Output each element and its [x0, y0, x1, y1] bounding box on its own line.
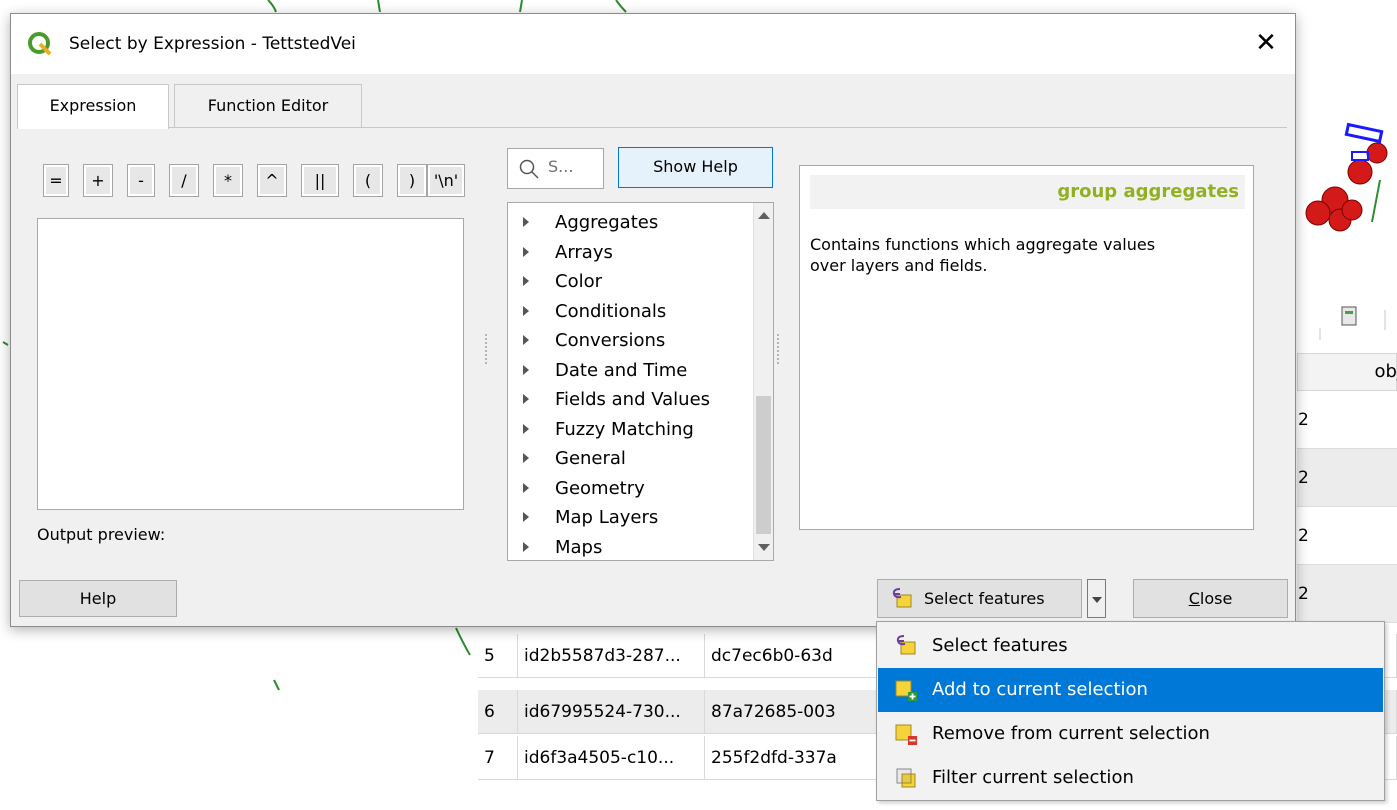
menu-item-filter-current-selection[interactable]: Filter current selection [878, 756, 1383, 800]
select-by-expression-dialog: Select by Expression - TettstedVei ✕ Exp… [10, 13, 1296, 627]
function-group-conditionals[interactable]: Conditionals [508, 297, 746, 327]
function-list-scrollbar[interactable] [753, 203, 773, 560]
select-mode-dropdown-button[interactable] [1087, 579, 1106, 618]
help-button[interactable]: Help [19, 580, 177, 617]
close-icon[interactable]: ✕ [1251, 28, 1281, 58]
select-features-label: Select features [924, 589, 1045, 608]
tab-function-editor[interactable]: Function Editor [174, 84, 362, 127]
table-cell: 2 [1297, 507, 1397, 565]
row-number: 7 [478, 736, 518, 780]
scrollbar-thumb[interactable] [756, 396, 771, 534]
tab-expression[interactable]: Expression [17, 84, 169, 129]
table-cell: 2 [1297, 449, 1397, 507]
function-group-date-and-time[interactable]: Date and Time [508, 356, 746, 386]
output-preview-label: Output preview: [37, 525, 166, 544]
select-features-icon [892, 588, 912, 608]
expression-editor[interactable] [37, 218, 464, 510]
table-cell: 2 [1297, 565, 1397, 623]
function-group-arrays[interactable]: Arrays [508, 238, 746, 268]
expand-arrow-icon[interactable] [523, 335, 529, 345]
expand-arrow-icon[interactable] [523, 423, 529, 434]
splitter-handle[interactable] [485, 334, 489, 364]
operator-open-paren-button[interactable]: ( [353, 164, 383, 197]
expand-arrow-icon[interactable] [523, 364, 529, 375]
expand-arrow-icon[interactable] [523, 453, 529, 463]
table-cell-id: id2b5587d3-287... [518, 634, 705, 678]
operator-newline-button[interactable]: '\n' [427, 164, 465, 197]
menu-item-remove-from-current-selection[interactable]: Remove from current selection [878, 712, 1383, 756]
function-group-general[interactable]: General [508, 444, 746, 474]
select-features-icon [896, 635, 916, 655]
filter-selection-icon [896, 768, 916, 788]
function-group-geometry[interactable]: Geometry [508, 474, 746, 504]
operator-concat-button[interactable]: || [301, 164, 339, 197]
operator-minus-button[interactable]: - [127, 164, 155, 197]
select-features-button[interactable]: Select features [877, 579, 1082, 618]
function-search-input[interactable]: S... [507, 148, 604, 189]
table-cell: 2 [1297, 391, 1397, 449]
expand-arrow-icon[interactable] [523, 276, 529, 286]
qgis-logo-icon [28, 32, 52, 56]
row-number: 6 [478, 690, 518, 734]
show-help-button[interactable]: Show Help [618, 147, 773, 188]
expand-arrow-icon[interactable] [523, 541, 529, 552]
function-list[interactable]: Aggregates Arrays Color Conditionals Con… [507, 202, 774, 561]
function-group-fields-and-values[interactable]: Fields and Values [508, 385, 746, 415]
scroll-down-icon[interactable] [758, 544, 770, 551]
function-group-fuzzy-matching[interactable]: Fuzzy Matching [508, 415, 746, 445]
scroll-up-icon[interactable] [758, 212, 770, 219]
row-number: 5 [478, 634, 518, 678]
expand-arrow-icon[interactable] [523, 246, 529, 257]
function-group-color[interactable]: Color [508, 267, 746, 297]
select-mode-menu: Select features Add to current selection… [876, 621, 1385, 801]
dialog-title: Select by Expression - TettstedVei [69, 34, 356, 54]
table-cell-id: id67995524-730... [518, 690, 705, 734]
expand-arrow-icon[interactable] [523, 217, 529, 227]
operator-divide-button[interactable]: / [169, 164, 199, 197]
remove-from-selection-icon [895, 724, 917, 745]
expand-arrow-icon[interactable] [523, 394, 529, 404]
menu-item-select-features[interactable]: Select features [878, 624, 1383, 668]
expand-arrow-icon[interactable] [523, 305, 529, 316]
add-to-selection-icon [895, 680, 917, 701]
title-bar[interactable]: Select by Expression - TettstedVei ✕ [11, 14, 1295, 74]
help-panel: group aggregates Contains functions whic… [799, 165, 1254, 530]
search-icon [519, 159, 539, 179]
expand-arrow-icon[interactable] [523, 512, 529, 522]
help-text: Contains functions which aggregate value… [810, 235, 1156, 275]
operator-close-paren-button[interactable]: ) [397, 164, 427, 197]
operator-equals-button[interactable]: = [43, 164, 69, 197]
function-group-maps[interactable]: Maps [508, 533, 746, 561]
operator-power-button[interactable]: ^ [257, 164, 287, 197]
help-heading: group aggregates [810, 175, 1245, 209]
column-header-obj[interactable]: obj [1297, 353, 1397, 391]
operator-multiply-button[interactable]: * [213, 164, 243, 197]
function-group-conversions[interactable]: Conversions [508, 326, 746, 356]
table-cell-id: id6f3a4505-c10... [518, 736, 705, 780]
close-button[interactable]: Close [1133, 579, 1288, 618]
menu-item-add-to-current-selection[interactable]: Add to current selection [878, 668, 1383, 712]
expand-arrow-icon[interactable] [523, 482, 529, 493]
function-group-aggregates[interactable]: Aggregates [508, 208, 746, 238]
operator-plus-button[interactable]: + [83, 164, 113, 197]
function-group-map-layers[interactable]: Map Layers [508, 503, 746, 533]
search-placeholder: S... [548, 157, 574, 176]
splitter-handle[interactable] [777, 334, 781, 364]
